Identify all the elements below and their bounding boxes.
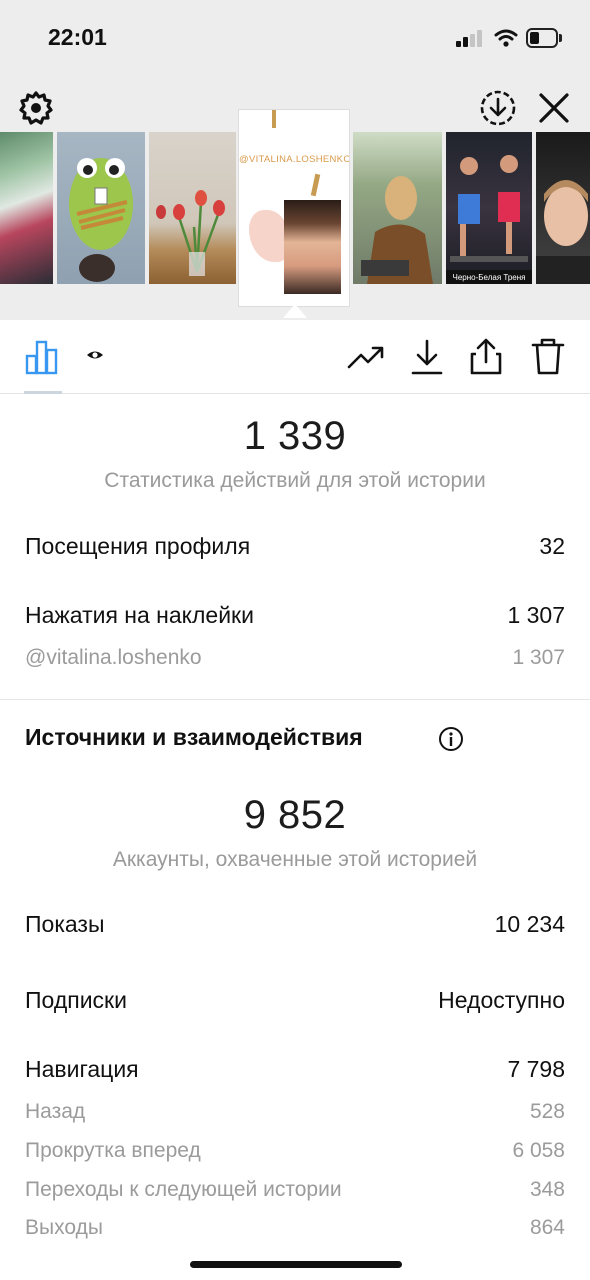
battery-icon (526, 28, 562, 48)
close-icon[interactable] (536, 90, 572, 126)
info-icon[interactable] (438, 726, 464, 752)
gear-icon[interactable] (18, 90, 54, 126)
child-video-image (536, 180, 590, 284)
trash-icon[interactable] (530, 336, 566, 376)
selection-pointer (283, 304, 307, 318)
reach-caption: Аккаунты, охваченные этой историей (112, 848, 478, 871)
story-thumbnail[interactable] (536, 132, 590, 284)
svg-text:Черно-Белая Треня: Черно-Белая Треня (453, 273, 526, 282)
bar-chart-icon[interactable] (24, 338, 62, 376)
navigation-value: 7 798 (507, 1056, 565, 1082)
pink-blob-decoration (249, 210, 289, 262)
nav-exits-value: 864 (529, 1216, 565, 1239)
story-username-sticker: @VITALINA.LOSHENKO (239, 154, 349, 165)
impressions-label: Показы (25, 911, 105, 937)
story-thumbnail[interactable] (149, 132, 236, 284)
section-divider (0, 699, 590, 700)
paper-clip-decoration (272, 110, 276, 128)
story-toolbar (0, 320, 590, 394)
beaver-image (69, 158, 133, 282)
active-tab-indicator (24, 391, 62, 394)
story-thumbnail[interactable] (0, 132, 53, 284)
reach-total: 9 852 (243, 793, 347, 837)
story-thumbnail[interactable]: Черно-Белая Треня (446, 132, 532, 284)
interactions-total: 1 339 (243, 414, 347, 458)
impressions-value: 10 234 (494, 911, 565, 937)
nav-forward-label: Прокрутка вперед (25, 1139, 201, 1162)
fitness-image: Черно-Белая Треня (446, 155, 532, 284)
trending-up-icon[interactable] (346, 342, 386, 372)
profile-visits-label: Посещения профиля (25, 533, 251, 559)
status-time: 22:01 (48, 24, 107, 50)
story-thumbnail[interactable] (57, 132, 145, 284)
discovery-section-title: Источники и взаимодействия (25, 724, 363, 750)
wifi-icon (494, 29, 518, 47)
nav-next-story-value: 348 (529, 1178, 565, 1201)
nav-back-value: 528 (529, 1100, 565, 1123)
selected-story-thumbnail[interactable]: @VITALINA.LOSHENKO (239, 110, 349, 306)
nav-next-story-label: Переходы к следующей истории (25, 1178, 342, 1201)
story-thumbnail[interactable] (353, 132, 442, 284)
profile-visits-value: 32 (539, 533, 565, 559)
interactions-caption: Статистика действий для этой истории (104, 469, 486, 492)
nav-forward-value: 6 058 (512, 1139, 565, 1162)
sticker-username-value: 1 307 (512, 646, 565, 669)
sticker-taps-label: Нажатия на наклейки (25, 602, 254, 628)
home-indicator[interactable] (190, 1261, 402, 1268)
nav-back-label: Назад (25, 1100, 86, 1123)
share-icon[interactable] (468, 336, 504, 376)
tulips-image (156, 190, 225, 276)
woman-laptop-image (361, 176, 433, 284)
clip-decoration (310, 173, 321, 197)
selfie-photo (284, 200, 341, 294)
download-icon[interactable] (410, 338, 444, 376)
download-circle-icon[interactable] (478, 88, 518, 128)
nav-exits-label: Выходы (25, 1216, 103, 1239)
follows-value: Недоступно (438, 987, 565, 1013)
status-bar: 22:01 (0, 0, 590, 76)
eye-icon[interactable] (86, 348, 104, 362)
sticker-username-label[interactable]: @vitalina.loshenko (25, 646, 202, 670)
follows-label: Подписки (25, 987, 127, 1013)
cellular-signal-icon (456, 30, 484, 47)
sticker-taps-value: 1 307 (507, 602, 565, 628)
navigation-label: Навигация (25, 1056, 139, 1082)
